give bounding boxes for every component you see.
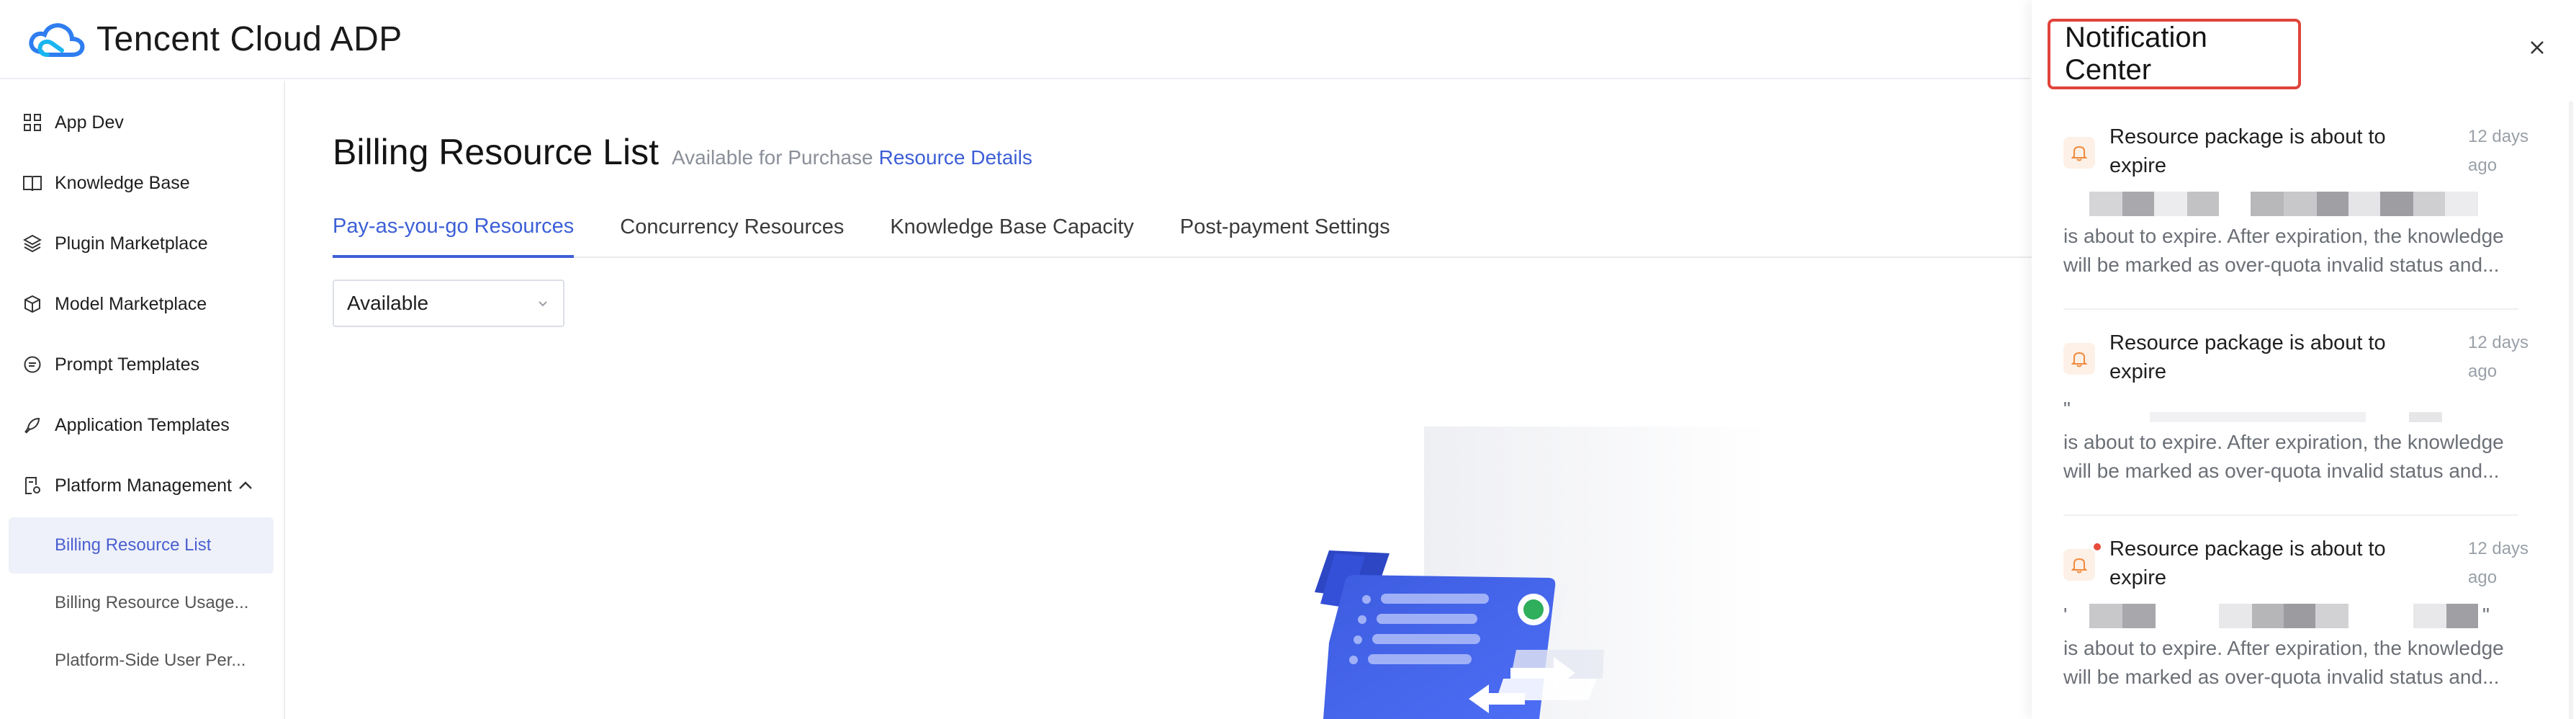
main-content: Billing Resource List Available for Purc…: [287, 81, 2032, 719]
notification-item[interactable]: Resource package is about to expire 12 d…: [2063, 321, 2528, 516]
tab-pay-as-you-go[interactable]: Pay-as-you-go Resources: [333, 197, 575, 258]
sidebar-item-label: Prompt Templates: [55, 354, 200, 375]
chevron-up-icon[interactable]: [238, 478, 253, 494]
sidebar-item-app-dev[interactable]: App Dev: [0, 92, 284, 153]
sidebar-item-prompt-templates[interactable]: Prompt Templates: [0, 334, 284, 395]
tab-post-payment-settings[interactable]: Post-payment Settings: [1180, 197, 1390, 256]
cloud-logo-icon[interactable]: [26, 17, 86, 61]
sidebar-item-label: Application Templates: [55, 414, 230, 435]
notification-time: 12 days ago: [2468, 333, 2529, 381]
redacted-resource-name: ' ": [2063, 604, 2510, 630]
redaction-prefix: ': [2063, 604, 2068, 626]
tab-bar: Pay-as-you-go Resources Concurrency Reso…: [333, 197, 2032, 258]
grid-icon: [22, 112, 43, 133]
tab-knowledge-base-capacity[interactable]: Knowledge Base Capacity: [890, 197, 1134, 256]
top-bar: Tencent Cloud ADP: [0, 0, 2030, 79]
drawer-title: Notification Center: [2065, 22, 2207, 86]
message-icon: [22, 354, 43, 375]
drawer-title-box: Notification Center: [2048, 19, 2301, 89]
cube-icon: [22, 293, 43, 315]
status-filter-value: Available: [347, 292, 429, 314]
redacted-resource-name: ": [2063, 398, 2510, 424]
bell-icon: [2063, 343, 2095, 375]
bell-icon: [2063, 549, 2095, 581]
status-filter-select[interactable]: Available: [333, 280, 564, 327]
notification-title: Resource package is about to expire: [2109, 331, 2386, 383]
layers-icon: [22, 233, 43, 254]
notification-title: Resource package is about to expire: [2109, 125, 2386, 177]
notification-body: is about to expire. After expiration, th…: [2063, 225, 2504, 276]
sidebar-item-platform-management[interactable]: Platform Management: [0, 455, 284, 516]
rocket-icon: [22, 414, 43, 436]
sidebar-item-model-marketplace[interactable]: Model Marketplace: [0, 274, 284, 334]
book-icon: [22, 172, 43, 194]
notification-drawer: Notification Center Resource package is …: [2032, 0, 2576, 719]
sidebar-item-label: Model Marketplace: [55, 293, 207, 314]
redacted-resource-name: [2063, 192, 2510, 218]
unread-dot: [2094, 543, 2101, 550]
notification-time: 12 days ago: [2468, 127, 2529, 175]
close-icon[interactable]: [2527, 37, 2547, 58]
drawer-scrollbar[interactable]: [2569, 101, 2573, 719]
notification-time: 12 days ago: [2468, 539, 2529, 587]
sidebar: App Dev Knowledge Base Plugin Marketplac…: [0, 81, 285, 719]
settings-doc-icon: [22, 475, 43, 496]
brand-name: Tencent Cloud ADP: [96, 19, 402, 58]
resource-details-link[interactable]: Resource Details: [879, 146, 1032, 169]
notification-title: Resource package is about to expire: [2109, 537, 2386, 589]
notification-body: is about to expire. After expiration, th…: [2063, 431, 2504, 482]
sidebar-item-label: Knowledge Base: [55, 172, 190, 193]
sidebar-subitem-platform-side-user-per[interactable]: Platform-Side User Per...: [9, 633, 274, 689]
title-row: Billing Resource List Available for Purc…: [333, 131, 1032, 173]
notification-item[interactable]: Resource package is about to expire 12 d…: [2063, 115, 2528, 310]
sidebar-subitem-billing-resource-list[interactable]: Billing Resource List: [9, 517, 274, 573]
tab-concurrency[interactable]: Concurrency Resources: [620, 197, 844, 256]
sidebar-item-label: Platform Management: [55, 475, 232, 496]
redaction-suffix: ": [2482, 604, 2490, 626]
bell-icon: [2063, 137, 2095, 169]
redaction-prefix: ": [2063, 398, 2071, 420]
sidebar-item-knowledge-base[interactable]: Knowledge Base: [0, 153, 284, 213]
sidebar-item-application-templates[interactable]: Application Templates: [0, 395, 284, 455]
sidebar-item-label: App Dev: [55, 112, 124, 133]
notification-body: is about to expire. After expiration, th…: [2063, 637, 2504, 688]
page-subtitle: Available for Purchase: [671, 146, 873, 169]
sidebar-item-plugin-marketplace[interactable]: Plugin Marketplace: [0, 213, 284, 274]
sidebar-item-label: Plugin Marketplace: [55, 233, 208, 254]
empty-state-illustration: [1315, 427, 1770, 719]
notification-item[interactable]: Resource package is about to expire 12 d…: [2063, 527, 2528, 719]
chevron-down-icon: [539, 301, 547, 307]
sidebar-subitem-billing-resource-usage[interactable]: Billing Resource Usage...: [9, 575, 274, 631]
page-title: Billing Resource List: [333, 132, 659, 172]
